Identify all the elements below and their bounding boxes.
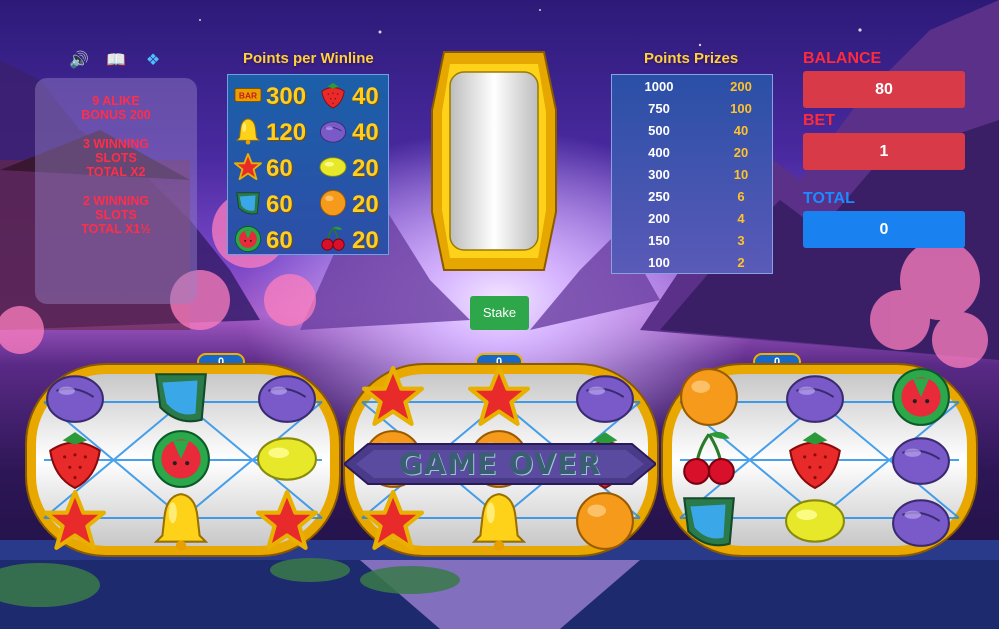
winline-left-value: 300 xyxy=(266,83,307,110)
bonus-slot-window xyxy=(431,51,557,271)
watermelon-icon xyxy=(892,368,950,426)
bell-icon xyxy=(233,117,263,145)
cherry-icon xyxy=(318,225,348,253)
winline-left-value: 60 xyxy=(266,191,293,218)
winline-right-value: 20 xyxy=(352,155,379,182)
prize-multiplier: 3 xyxy=(737,233,745,248)
winline-table: BAR 300 40 120 40 60 20 60 20 60 20 xyxy=(227,74,389,255)
winline-left-value: 120 xyxy=(266,119,307,146)
winline-row: 60 20 xyxy=(228,221,390,257)
winline-right-value: 20 xyxy=(352,191,379,218)
total-value: 0 xyxy=(803,211,965,248)
orange-icon xyxy=(680,368,738,426)
strawberry-icon xyxy=(318,81,348,109)
prize-points: 250 xyxy=(648,189,670,204)
plum-icon xyxy=(576,375,634,423)
leaf-icon xyxy=(233,189,263,217)
bonus-rule-nine-alike: 9 ALIKE BONUS 200 xyxy=(81,94,151,122)
prize-multiplier: 2 xyxy=(737,255,745,270)
prize-row: 150 3 xyxy=(612,233,774,255)
prize-multiplier: 10 xyxy=(733,167,749,182)
winline-title: Points per Winline xyxy=(243,50,374,67)
prize-points: 400 xyxy=(648,145,670,160)
orange-icon xyxy=(576,492,634,550)
prize-points: 500 xyxy=(648,123,670,138)
watermelon-icon xyxy=(152,430,210,488)
prize-multiplier: 20 xyxy=(733,145,749,160)
prizes-table: 1000 200 750 100 500 40 400 20 300 10 250 6 200 4 150 3… xyxy=(611,74,773,274)
plum-icon xyxy=(46,375,104,423)
prize-row: 100 2 xyxy=(612,255,774,277)
prize-points: 100 xyxy=(648,255,670,270)
prize-row: 500 40 xyxy=(612,123,774,145)
prize-row: 200 4 xyxy=(612,211,774,233)
winline-right-value: 40 xyxy=(352,119,379,146)
fullscreen-icon[interactable]: ❖ xyxy=(142,50,164,72)
bonus-rule-two-slots: 2 WINNING SLOTS TOTAL X1½ xyxy=(81,194,151,236)
bonus-rules-panel: 9 ALIKE BONUS 200 3 WINNING SLOTS TOTAL … xyxy=(35,78,197,304)
game-stage: 🔊 📖 ❖ 9 ALIKE BONUS 200 3 WINNING SLOTS … xyxy=(0,0,999,629)
sound-icon[interactable]: 🔊 xyxy=(68,50,90,72)
plum-icon xyxy=(318,117,348,145)
winline-right-value: 40 xyxy=(352,83,379,110)
bonus-rule-three-slots: 3 WINNING SLOTS TOTAL X2 xyxy=(83,137,149,179)
prize-points: 1000 xyxy=(644,79,674,94)
bet-value[interactable]: 1 xyxy=(803,133,965,170)
svg-text:BAR: BAR xyxy=(239,91,257,101)
prize-row: 750 100 xyxy=(612,101,774,123)
prize-row: 300 10 xyxy=(612,167,774,189)
stake-button[interactable]: Stake xyxy=(470,296,529,330)
winline-left-value: 60 xyxy=(266,227,293,254)
prize-points: 300 xyxy=(648,167,670,182)
prizes-title: Points Prizes xyxy=(644,50,739,67)
prize-points: 200 xyxy=(648,211,670,226)
winline-row: 60 20 xyxy=(228,185,390,221)
game-over-banner: GAME OVER xyxy=(344,442,656,486)
prize-multiplier: 40 xyxy=(733,123,749,138)
prize-multiplier: 4 xyxy=(737,211,745,226)
prize-points: 750 xyxy=(648,101,670,116)
winline-row: BAR 300 40 xyxy=(228,77,390,113)
bet-label: BET xyxy=(803,112,835,129)
star-icon xyxy=(233,153,263,181)
plum-icon xyxy=(892,437,950,485)
book-icon[interactable]: 📖 xyxy=(105,50,127,72)
plum-icon xyxy=(892,499,950,547)
balance-label: BALANCE xyxy=(803,50,882,67)
prize-row: 250 6 xyxy=(612,189,774,211)
bar-icon: BAR xyxy=(233,81,263,109)
lemon-icon xyxy=(785,499,845,543)
balance-value: 80 xyxy=(803,71,965,108)
winline-row: 120 40 xyxy=(228,113,390,149)
prize-points: 150 xyxy=(648,233,670,248)
plum-icon xyxy=(258,375,316,423)
lemon-icon xyxy=(318,153,348,181)
plum-icon xyxy=(786,375,844,423)
total-label: TOTAL xyxy=(803,190,855,207)
winline-right-value: 20 xyxy=(352,227,379,254)
watermelon-icon xyxy=(233,225,263,253)
prize-multiplier: 100 xyxy=(730,101,752,116)
lemon-icon xyxy=(257,437,317,481)
winline-left-value: 60 xyxy=(266,155,293,182)
winline-row: 60 20 xyxy=(228,149,390,185)
game-over-text: GAME OVER xyxy=(398,447,602,481)
prize-row: 1000 200 xyxy=(612,79,774,101)
prize-multiplier: 6 xyxy=(737,189,745,204)
prize-row: 400 20 xyxy=(612,145,774,167)
orange-icon xyxy=(318,189,348,217)
prize-multiplier: 200 xyxy=(730,79,752,94)
